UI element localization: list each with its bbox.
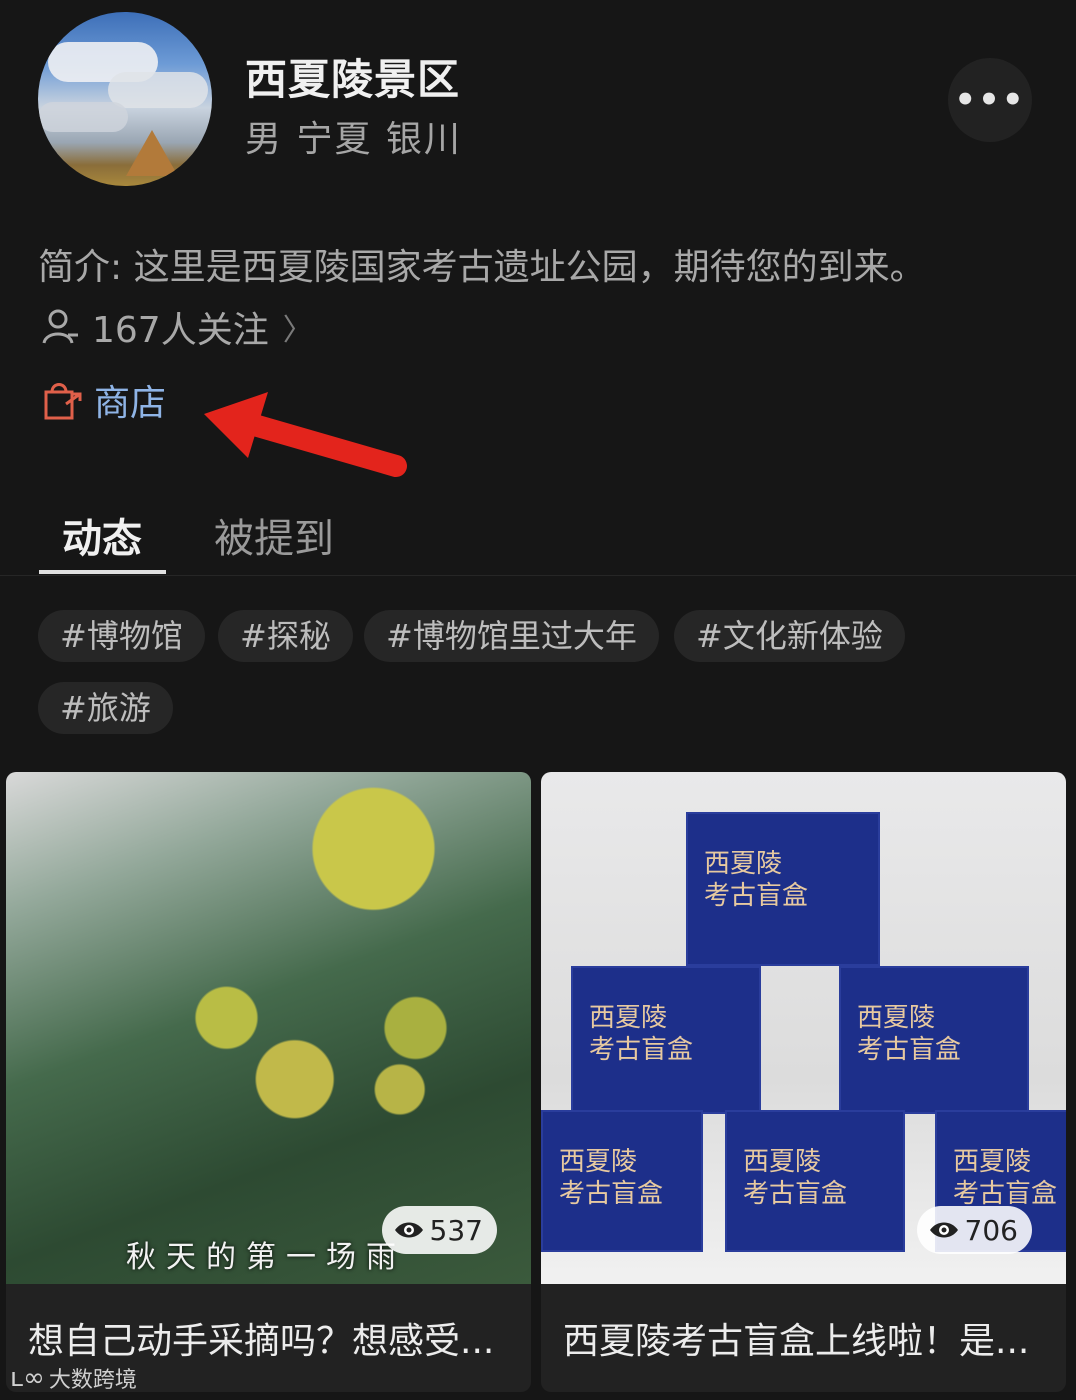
post-caption: 想自己动手采摘吗？想感受... <box>28 1321 495 1362</box>
eye-icon <box>394 1222 423 1238</box>
avatar-tomb <box>126 130 178 176</box>
view-count-badge: 706 <box>916 1206 1032 1254</box>
shop-label: 商店 <box>94 383 167 424</box>
view-count-badge: 537 <box>381 1206 497 1254</box>
profile-meta: 男 宁夏 银川 <box>245 119 462 160</box>
watermark-text: 大数跨境 <box>48 1368 137 1393</box>
tab-dynamics[interactable]: 动态 <box>62 506 142 564</box>
avatar[interactable] <box>38 12 212 186</box>
view-count: 706 <box>964 1213 1018 1247</box>
tag-chip[interactable]: #博物馆 <box>38 610 205 662</box>
watermark-logo-icon: ʟ∞ <box>10 1363 45 1393</box>
blind-box: 西夏陵 考古盲盒 <box>725 1110 905 1252</box>
blind-box: 西夏陵 考古盲盒 <box>541 1110 703 1252</box>
avatar-cloud <box>108 72 208 108</box>
blind-box-label: 西夏陵 考古盲盒 <box>857 1003 962 1065</box>
eye-icon <box>929 1222 958 1238</box>
blind-box-label: 西夏陵 考古盲盒 <box>559 1147 664 1209</box>
more-button[interactable]: ••• <box>948 58 1032 142</box>
view-count: 537 <box>429 1213 483 1247</box>
blind-box: 西夏陵 考古盲盒 <box>571 966 761 1114</box>
shop-link[interactable]: 商店 <box>40 372 166 428</box>
watermark: ʟ∞ 大数跨境 <box>10 1362 137 1394</box>
followers-count: 167人关注 <box>92 310 269 351</box>
blind-box-label: 西夏陵 考古盲盒 <box>704 849 809 911</box>
profile-bio: 简介: 这里是西夏陵国家考古遗址公园，期待您的到来。 <box>38 247 926 288</box>
profile-name: 西夏陵景区 <box>245 55 461 104</box>
tag-chip[interactable]: #探秘 <box>218 610 353 662</box>
profile-header: 西夏陵景区 男 宁夏 银川 ••• 简介: 这里是西夏陵国家考古遗址公园，期待您… <box>0 0 1076 576</box>
post-overlay-text: 秋天的第一场雨 <box>126 1240 406 1275</box>
blind-box-label: 西夏陵 考古盲盒 <box>743 1147 848 1209</box>
tag-chip[interactable]: #旅游 <box>38 682 173 734</box>
user-icon <box>42 309 78 344</box>
more-dots-icon: ••• <box>954 80 1026 120</box>
blind-box-label: 西夏陵 考古盲盒 <box>589 1003 694 1065</box>
tag-chip[interactable]: #文化新体验 <box>674 610 905 662</box>
post-caption: 西夏陵考古盲盒上线啦！是... <box>563 1321 1030 1362</box>
post-card[interactable]: 西夏陵 考古盲盒 西夏陵 考古盲盒 西夏陵 考古盲盒 西夏陵 考古盲盒 西夏陵 考古盲盒 … <box>541 772 1066 1392</box>
shopping-bag-icon <box>44 383 82 420</box>
post-card[interactable]: 秋天的第一场雨 537 想自己动手采摘吗？想感受... <box>6 772 531 1392</box>
blind-box: 西夏陵 考古盲盒 <box>839 966 1029 1114</box>
chevron-right-icon: 〉 <box>282 313 313 348</box>
followers-link[interactable]: 167人关注 〉 <box>38 300 313 354</box>
blind-box: 西夏陵 考古盲盒 <box>686 812 880 966</box>
blind-box-label: 西夏陵 考古盲盒 <box>953 1147 1058 1209</box>
profile-tabs: 动态 被提到 <box>0 500 1076 576</box>
annotation-arrow-icon <box>204 392 407 477</box>
avatar-cloud <box>38 102 128 132</box>
active-tab-indicator <box>39 570 166 574</box>
tag-chip[interactable]: #博物馆里过大年 <box>364 610 659 662</box>
tab-mentioned[interactable]: 被提到 <box>214 506 334 564</box>
